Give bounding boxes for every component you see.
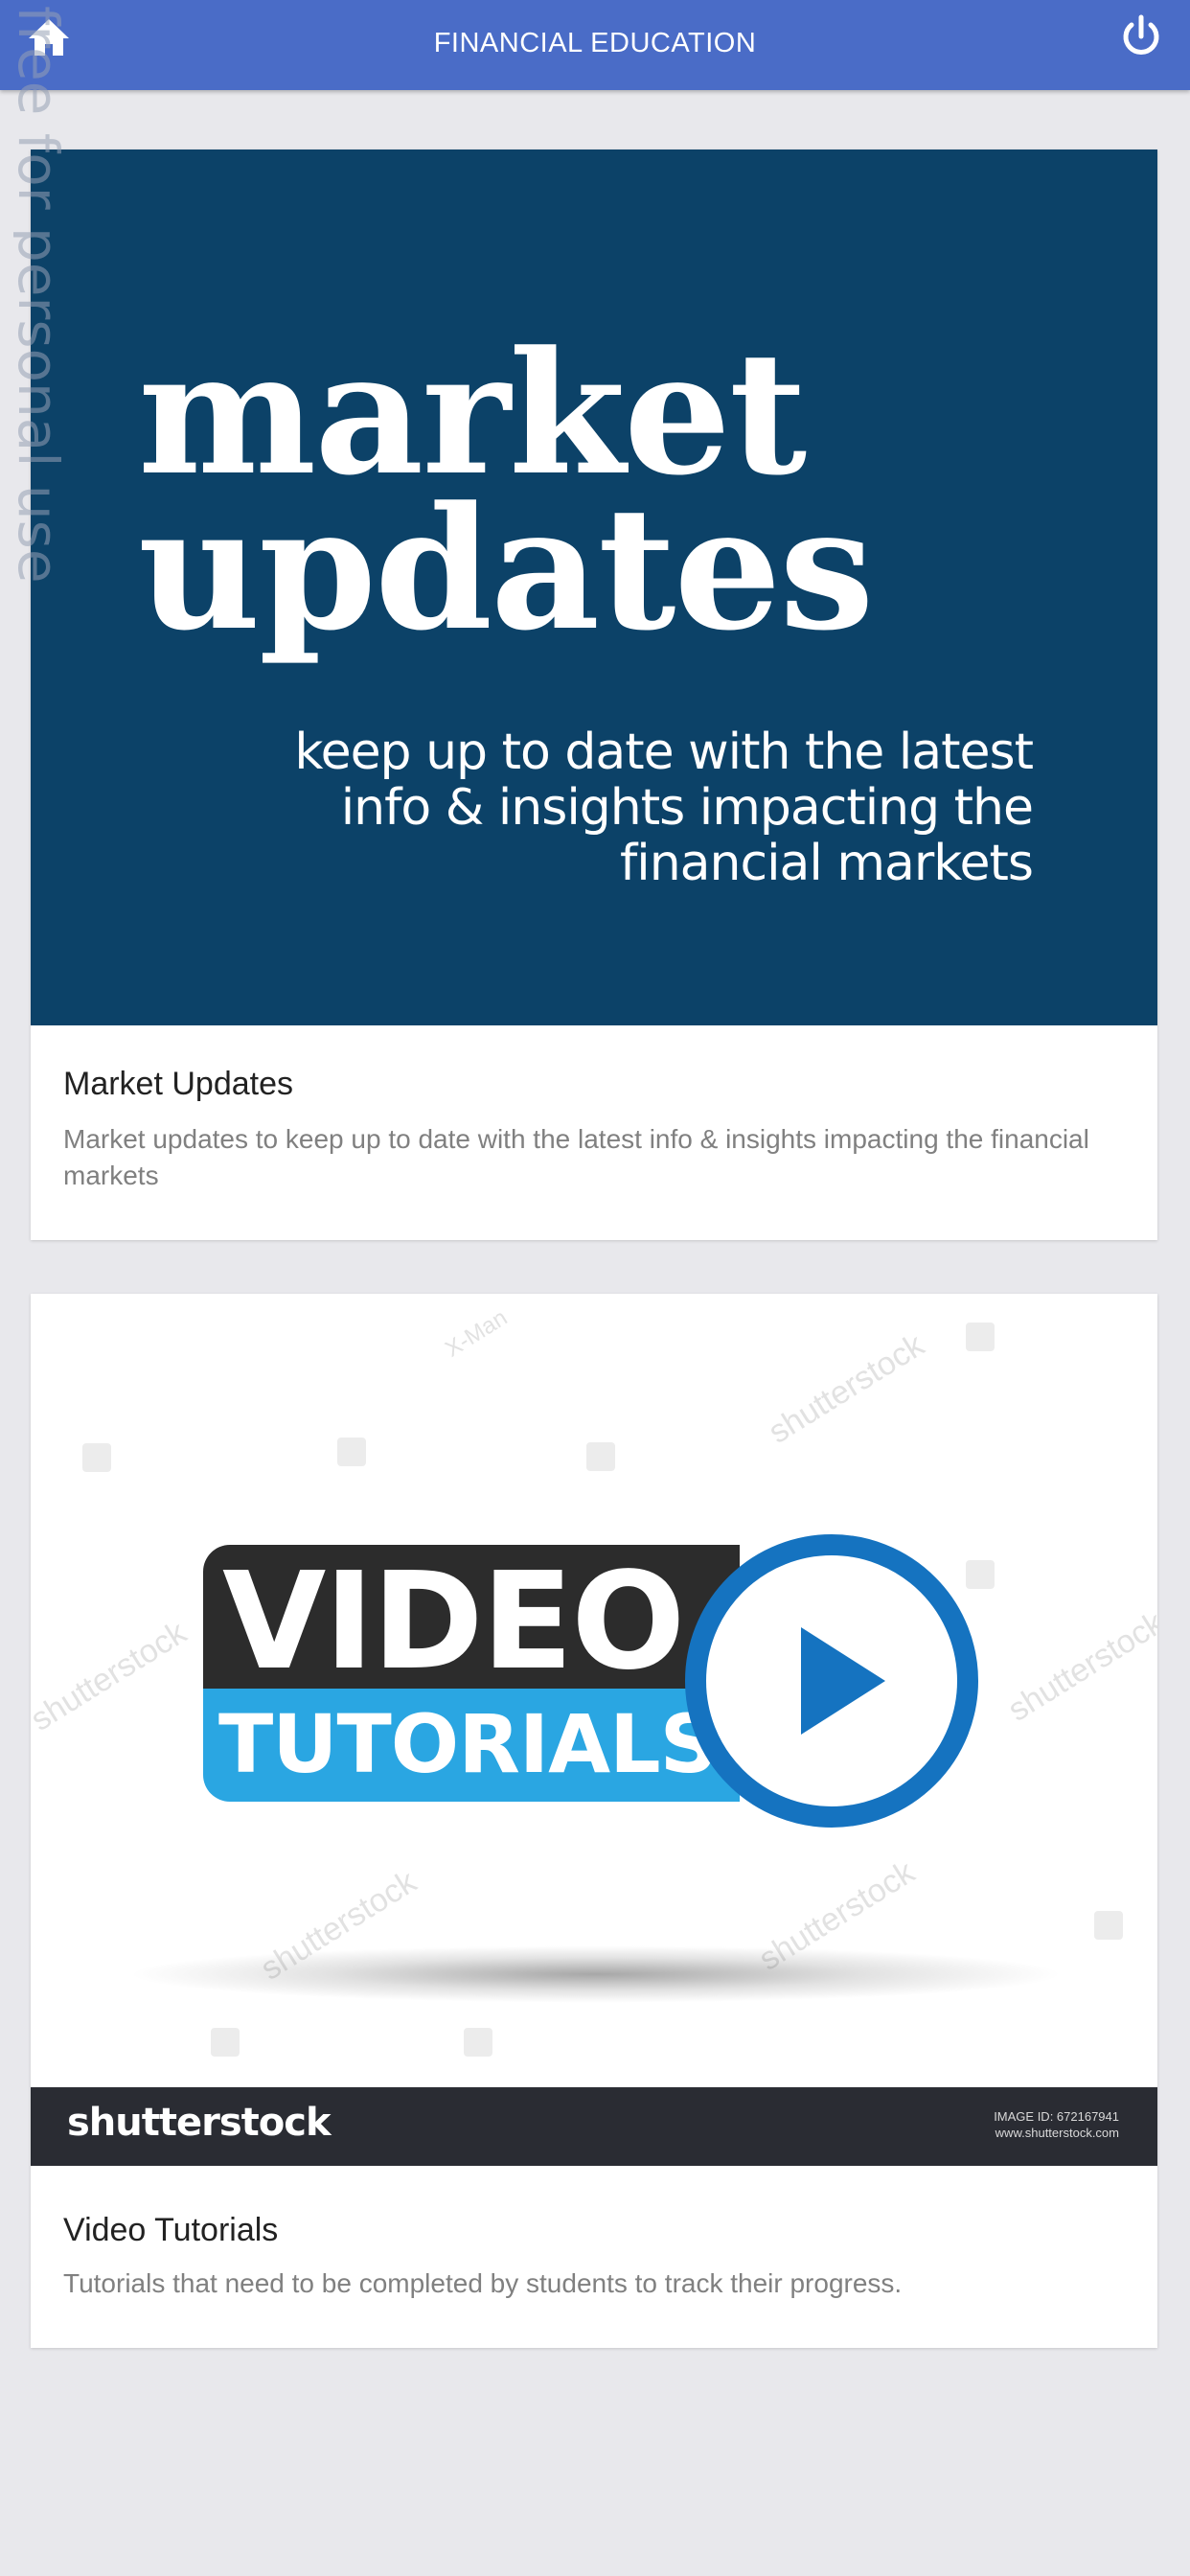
image-id-text: IMAGE ID: 672167941 www.shutterstock.com — [994, 2108, 1119, 2141]
watermark-mark — [82, 1443, 111, 1472]
card-description: Market updates to keep up to date with t… — [63, 1124, 1089, 1190]
watermark-mark — [337, 1438, 366, 1466]
card-description: Tutorials that need to be completed by s… — [63, 2268, 903, 2298]
shutterstock-watermark: shutterstock — [31, 1614, 194, 1738]
market-updates-card[interactable]: market updates keep up to date with the … — [31, 150, 1157, 1240]
power-icon[interactable] — [1117, 13, 1165, 61]
xman-watermark: X-Man — [440, 1304, 513, 1363]
page-title: FINANCIAL EDUCATION — [433, 28, 757, 58]
personal-use-watermark: free for personal use — [13, 6, 71, 584]
watermark-mark — [464, 2028, 492, 2057]
image-id: IMAGE ID: 672167941 — [994, 2109, 1119, 2124]
shutterstock-logo: shutterstock — [67, 2101, 332, 2145]
watermark-mark — [966, 1322, 995, 1351]
video-tutorials-banner: shutterstock shutterstock shutterstock s… — [31, 1294, 1157, 2166]
banner-subtext-line3: financial markets — [619, 835, 1034, 892]
banner-headline-line2: updates — [138, 470, 874, 668]
video-tutorials-card[interactable]: shutterstock shutterstock shutterstock s… — [31, 1294, 1157, 2348]
app-header: FINANCIAL EDUCATION — [0, 0, 1190, 90]
shutterstock-watermark: shutterstock — [762, 1326, 931, 1451]
watermark-mark — [1094, 1911, 1123, 1940]
logo-shadow — [126, 1945, 1065, 2003]
market-updates-banner: market updates keep up to date with the … — [31, 150, 1157, 1025]
watermark-mark — [211, 2028, 240, 2057]
image-url: www.shutterstock.com — [995, 2126, 1119, 2140]
video-word: VIDEO — [222, 1544, 685, 1700]
banner-subtext-line2: info & insights impacting the — [340, 779, 1034, 837]
card-title: Video Tutorials — [63, 2212, 279, 2248]
play-icon — [685, 1534, 978, 1828]
watermark-mark — [586, 1442, 615, 1471]
shutterstock-watermark: shutterstock — [1001, 1604, 1157, 1729]
card-title: Market Updates — [63, 1066, 293, 1102]
empty-bottom-area — [0, 2367, 1190, 2576]
stock-footer-bar: shutterstock IMAGE ID: 672167941 www.shu… — [31, 2087, 1157, 2166]
banner-subtext-line1: keep up to date with the latest — [294, 724, 1034, 781]
tutorials-word: TUTORIALS — [218, 1697, 718, 1791]
